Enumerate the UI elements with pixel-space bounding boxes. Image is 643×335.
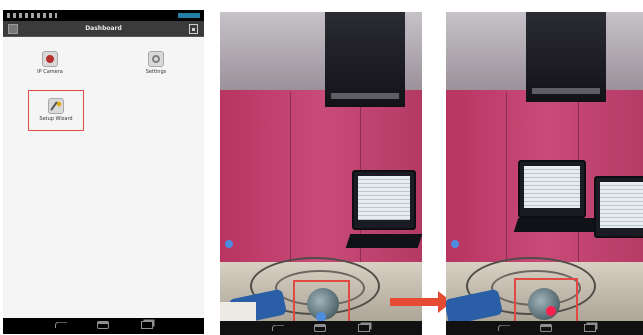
record-highlight	[514, 278, 578, 321]
overhead-cabinet	[325, 12, 405, 107]
partition-seam	[290, 92, 291, 262]
setup-wizard-highlight	[28, 90, 84, 131]
screenshot-collage: Dashboard IP Camera Settings Setup Wizar…	[0, 0, 643, 335]
back-icon[interactable]	[498, 324, 510, 332]
navigation-bar	[446, 321, 643, 335]
navigation-bar	[220, 321, 422, 335]
notification-icons	[7, 13, 57, 18]
indicator-dot	[225, 240, 233, 248]
laptop-screen	[352, 170, 416, 230]
partition-seam	[506, 92, 507, 262]
settings-tile[interactable]: Settings	[131, 51, 181, 75]
overhead-cabinet	[526, 12, 606, 102]
spreadsheet	[600, 182, 643, 228]
settings-label: Settings	[145, 69, 167, 75]
battery-icon	[178, 13, 200, 18]
dashboard-phone: Dashboard IP Camera Settings Setup Wizar…	[3, 10, 204, 334]
home-icon[interactable]	[97, 321, 109, 329]
laptop-screen	[518, 160, 586, 218]
home-icon[interactable]	[540, 324, 552, 332]
settings-icon	[148, 51, 164, 67]
navigation-bar	[3, 318, 204, 334]
ip-camera-tile[interactable]: IP Camera	[25, 51, 75, 75]
recent-apps-icon[interactable]	[141, 321, 153, 329]
back-icon[interactable]	[272, 324, 284, 332]
transition-arrow	[390, 298, 440, 306]
ip-camera-icon	[42, 51, 58, 67]
second-laptop-screen	[594, 176, 643, 238]
back-icon[interactable]	[55, 321, 67, 329]
spreadsheet	[524, 166, 580, 208]
status-bar	[3, 10, 204, 21]
laptop-base	[513, 218, 599, 232]
recent-apps-icon[interactable]	[584, 324, 596, 332]
camera-view-after	[446, 12, 643, 335]
record-highlight	[293, 280, 350, 321]
white-object	[220, 302, 256, 321]
laptop-base	[345, 234, 422, 248]
camera-view-before	[220, 12, 422, 335]
action-bar: Dashboard	[3, 21, 204, 37]
overflow-menu-icon[interactable]	[189, 24, 198, 34]
camera-feed	[446, 12, 643, 321]
action-bar-title: Dashboard	[85, 25, 122, 32]
home-icon[interactable]	[314, 324, 326, 332]
indicator-dot	[451, 240, 459, 248]
ip-camera-label: IP Camera	[37, 69, 63, 75]
recent-apps-icon[interactable]	[358, 324, 370, 332]
dashboard-grid: IP Camera Settings Setup Wizard	[3, 37, 204, 318]
camera-feed	[220, 12, 422, 321]
spreadsheet	[358, 176, 410, 220]
